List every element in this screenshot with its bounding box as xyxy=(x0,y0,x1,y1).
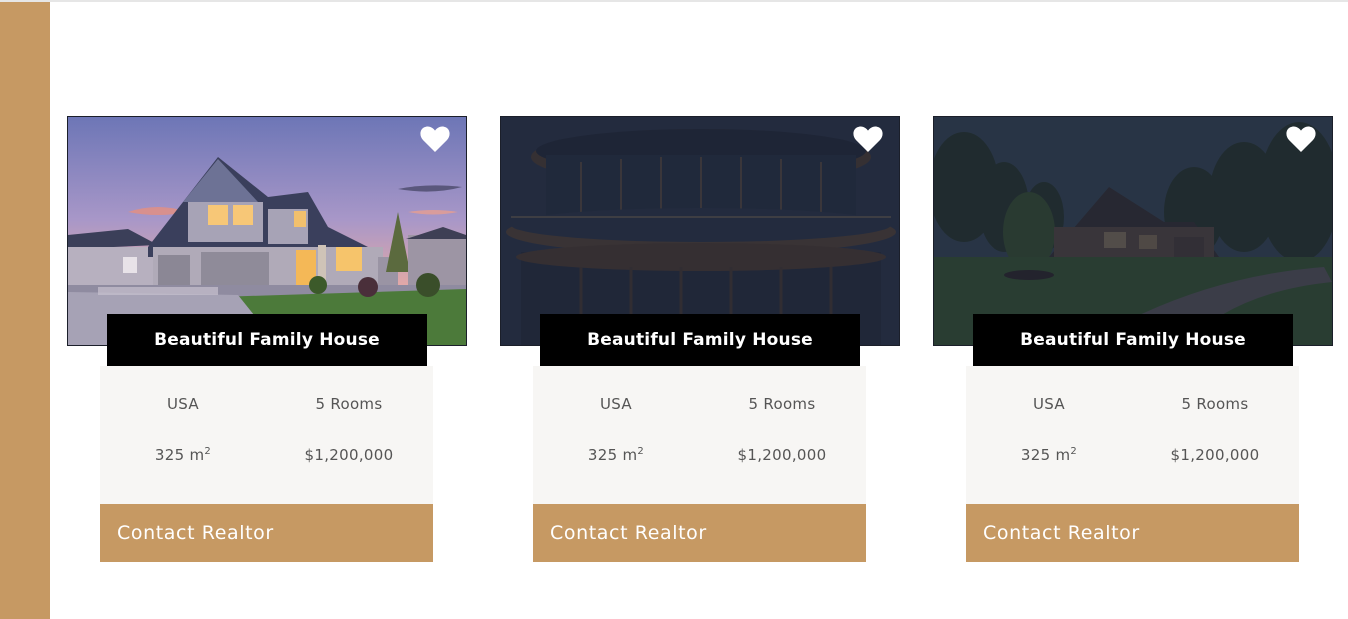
photo-dim-overlay xyxy=(501,117,899,345)
property-details: USA 5 Rooms 325 m2 $1,200,000 xyxy=(533,366,866,504)
property-photo[interactable] xyxy=(500,116,900,346)
area-value: 325 m xyxy=(154,446,205,464)
area-unit-exponent: 2 xyxy=(1070,446,1078,457)
property-rooms: 5 Rooms xyxy=(315,395,383,413)
property-details: USA 5 Rooms 325 m2 $1,200,000 xyxy=(100,366,433,504)
property-area: 325 m2 xyxy=(533,446,699,464)
contact-realtor-button[interactable]: Contact Realtor xyxy=(533,504,866,562)
contact-realtor-button[interactable]: Contact Realtor xyxy=(966,504,1299,562)
property-country: USA xyxy=(167,395,199,413)
property-details: USA 5 Rooms 325 m2 $1,200,000 xyxy=(966,366,1299,504)
property-area: 325 m2 xyxy=(100,446,266,464)
area-value: 325 m xyxy=(587,446,638,464)
area-value: 325 m xyxy=(1020,446,1071,464)
property-price: $1,200,000 xyxy=(737,446,827,464)
contact-realtor-button[interactable]: Contact Realtor xyxy=(100,504,433,562)
photo-dim-overlay xyxy=(934,117,1332,345)
area-unit-exponent: 2 xyxy=(204,446,212,457)
property-rooms: 5 Rooms xyxy=(1181,395,1249,413)
area-unit-exponent: 2 xyxy=(637,446,645,457)
property-price: $1,200,000 xyxy=(1170,446,1260,464)
heart-icon[interactable] xyxy=(853,126,883,153)
property-title: Beautiful Family House xyxy=(540,314,860,366)
property-price: $1,200,000 xyxy=(304,446,394,464)
top-divider xyxy=(0,0,1348,2)
property-area: 325 m2 xyxy=(966,446,1132,464)
property-card: Beautiful Family House USA 5 Rooms 325 m… xyxy=(500,116,900,562)
property-card: Beautiful Family House USA 5 Rooms 325 m… xyxy=(933,116,1333,562)
heart-icon[interactable] xyxy=(1286,126,1316,153)
sidebar xyxy=(0,2,50,619)
property-rooms: 5 Rooms xyxy=(748,395,816,413)
property-title: Beautiful Family House xyxy=(973,314,1293,366)
property-photo[interactable] xyxy=(933,116,1333,346)
property-title: Beautiful Family House xyxy=(107,314,427,366)
heart-icon[interactable] xyxy=(420,126,450,153)
property-photo[interactable] xyxy=(67,116,467,346)
property-card: Beautiful Family House USA 5 Rooms 325 m… xyxy=(67,116,467,562)
property-country: USA xyxy=(600,395,632,413)
property-country: USA xyxy=(1033,395,1065,413)
